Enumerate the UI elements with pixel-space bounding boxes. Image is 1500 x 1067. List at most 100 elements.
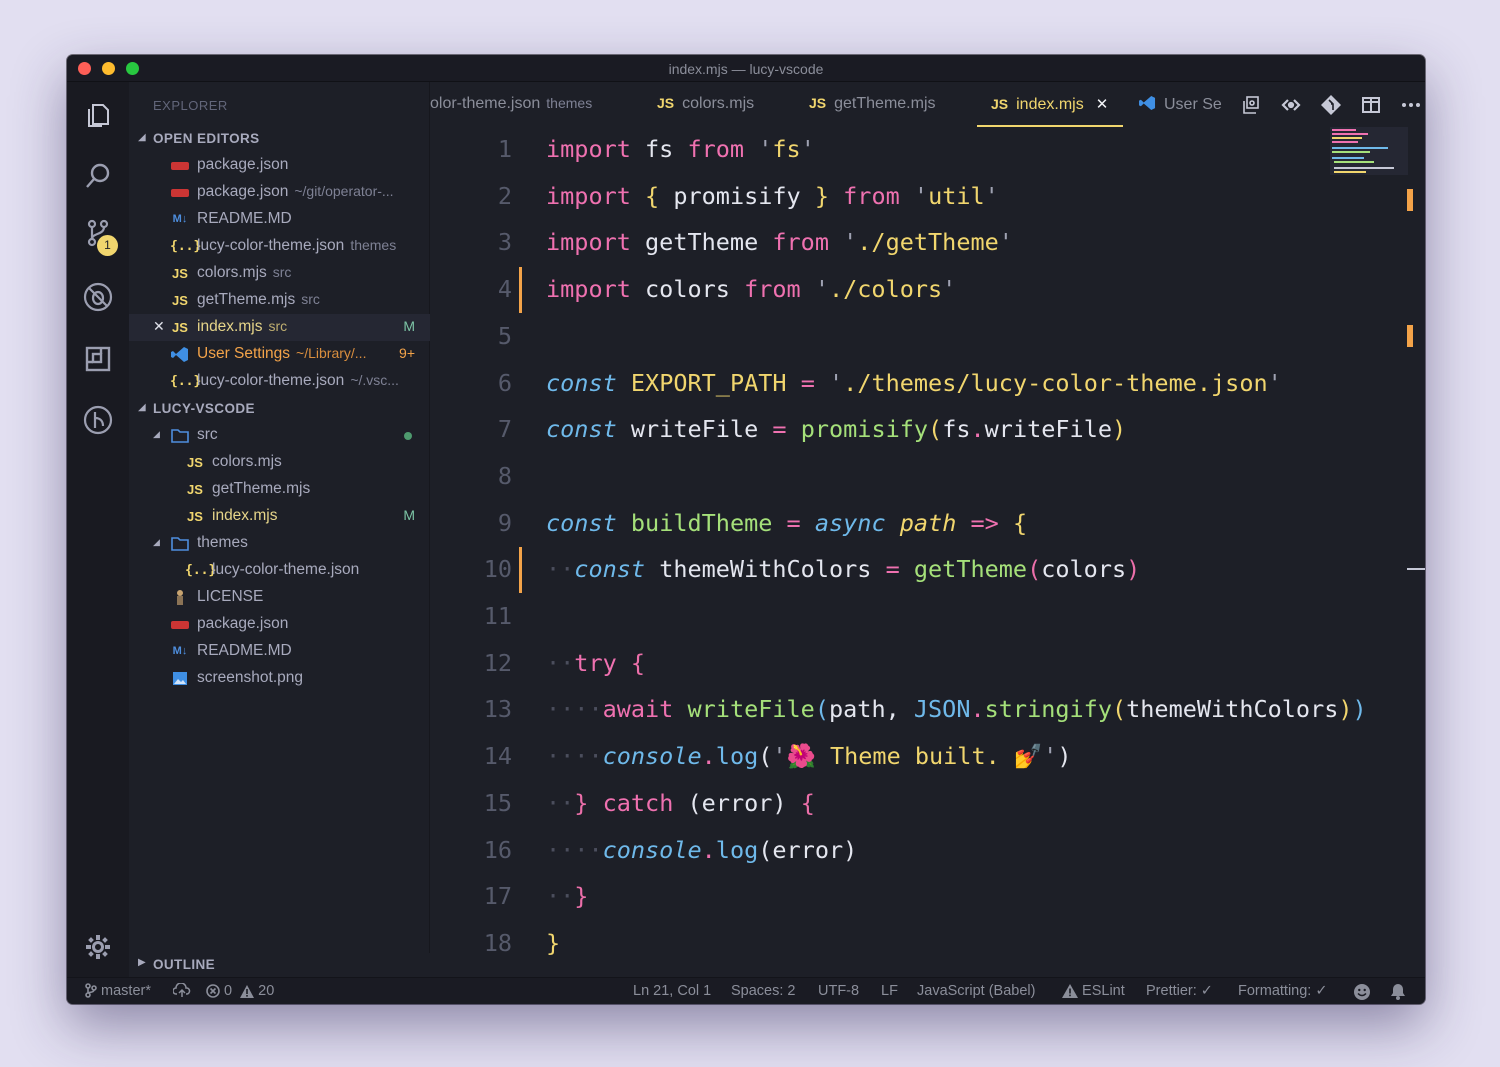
explorer-icon[interactable] [80, 96, 116, 132]
tab-colors[interactable]: JS colors.mjs [657, 82, 797, 127]
tab-gettheme[interactable]: JS getTheme.mjs [809, 82, 969, 127]
window-title: index.mjs — lucy-vscode [668, 61, 824, 77]
markdown-icon: M↓ [172, 645, 188, 657]
code-line: 7 const writeFile = promisify(fs.writeFi… [497, 415, 1127, 444]
folder-icon [171, 535, 189, 552]
minimap[interactable] [1330, 127, 1408, 175]
gitlens-icon[interactable] [80, 402, 116, 438]
scm-badge: 1 [97, 235, 118, 256]
modified-line-marker [519, 267, 522, 314]
sync-icon[interactable] [172, 982, 191, 999]
code-line: 14 ····console.log('🌺 Theme built. 💅') [483, 742, 1072, 771]
file-item[interactable]: JS colors.mjs [129, 449, 430, 476]
code-line: 8 [497, 461, 512, 490]
indentation[interactable]: Spaces: 2 [731, 983, 796, 999]
workspace-section[interactable]: ◢ LUCY-VSCODE [129, 399, 430, 421]
folder-themes[interactable]: ◢ themes [129, 530, 430, 557]
js-file-icon: JS [172, 320, 188, 335]
overview-ruler-marker [1407, 325, 1413, 347]
image-icon [171, 670, 189, 687]
npm-icon [171, 162, 189, 170]
code-line: 2 import { promisify } from 'util' [497, 181, 999, 210]
open-editor-item[interactable]: {..} lucy-color-theme.json ~/.vsc... [129, 368, 430, 395]
explorer-title: EXPLORER [153, 98, 228, 113]
js-file-icon: JS [172, 293, 188, 308]
file-item[interactable]: JS getTheme.mjs [129, 476, 430, 503]
tab-user-settings[interactable]: User Se [1139, 82, 1227, 127]
vscode-window: index.mjs — lucy-vscode 1 EXPLORER ◢ OPE… [67, 55, 1425, 1004]
overview-ruler-cursor [1407, 568, 1425, 570]
file-item[interactable]: JS index.mjs M [129, 503, 430, 530]
collapse-triangle-icon: ◢ [153, 429, 160, 439]
extensions-icon[interactable] [80, 341, 116, 377]
debug-icon[interactable] [80, 279, 116, 315]
editor-tabs: olor-theme.json themes JS colors.mjs JS get… [430, 82, 1425, 127]
open-editor-item[interactable]: {..} lucy-color-theme.json themes [129, 233, 430, 260]
code-editor[interactable]: 1 import fs from 'fs' 2 import { promisi… [430, 127, 1425, 977]
code-line: 6 const EXPORT_PATH = './themes/lucy-col… [497, 368, 1282, 397]
compare-icon[interactable] [1280, 94, 1302, 116]
code-line: 16 ····console.log(error) [483, 835, 858, 864]
prettier-status[interactable]: Prettier: ✓ [1146, 983, 1213, 999]
close-icon[interactable]: ✕ [153, 318, 165, 335]
js-file-icon: JS [657, 95, 675, 111]
js-file-icon: JS [187, 482, 203, 497]
tab-lucy-color-theme[interactable]: olor-theme.json themes [430, 82, 640, 127]
open-changes-icon[interactable] [1240, 94, 1262, 116]
search-icon[interactable] [80, 158, 116, 194]
json-icon: {..} [170, 374, 202, 389]
close-tab-icon[interactable]: ✕ [1096, 96, 1109, 113]
eslint-status[interactable]: ESLint [1062, 983, 1125, 999]
formatting-status[interactable]: Formatting: ✓ [1238, 983, 1328, 999]
activity-bar: 1 [67, 82, 129, 977]
file-item[interactable]: {..} lucy-color-theme.json [129, 557, 430, 584]
vscode-icon [171, 346, 189, 363]
markdown-icon: M↓ [172, 213, 188, 225]
encoding[interactable]: UTF-8 [818, 983, 859, 999]
cursor-position[interactable]: Ln 21, Col 1 [633, 983, 711, 999]
file-item[interactable]: screenshot.png [129, 665, 430, 692]
open-editor-item[interactable]: JS colors.mjs src [129, 260, 430, 287]
open-editor-item-active[interactable]: ✕ JS index.mjs src M [129, 314, 430, 341]
warning-icon [1062, 984, 1078, 998]
js-file-icon: JS [187, 455, 203, 470]
code-line: 13 ····await writeFile(path, JSON.string… [483, 695, 1367, 724]
file-item[interactable]: package.json [129, 611, 430, 638]
gear-icon[interactable] [80, 929, 116, 965]
open-editor-item[interactable]: package.json ~/git/operator-... [129, 179, 430, 206]
language-mode[interactable]: JavaScript (Babel) [917, 983, 1035, 999]
collapse-triangle-icon: ◢ [138, 402, 147, 413]
tab-index-active[interactable]: JS index.mjs ✕ [977, 82, 1123, 127]
split-editor-icon[interactable] [1360, 94, 1382, 116]
code-line: 12 ··try { [483, 648, 646, 677]
vscode-icon [1139, 95, 1156, 111]
expand-triangle-icon: ▶ [138, 957, 146, 968]
more-actions-icon[interactable] [1400, 94, 1422, 116]
open-editor-item[interactable]: User Settings ~/Library/... 9+ [129, 341, 430, 368]
git-icon[interactable] [1320, 94, 1342, 116]
status-bar: master* 0 20 Ln 21, Col 1 Spaces: 2 UTF-… [67, 977, 1425, 1004]
file-item[interactable]: M↓ README.MD [129, 638, 430, 665]
open-editor-item[interactable]: M↓ README.MD [129, 206, 430, 233]
open-editor-item[interactable]: JS getTheme.mjs src [129, 287, 430, 314]
file-item[interactable]: LICENSE [129, 584, 430, 611]
folder-src[interactable]: ◢ src [129, 422, 430, 449]
code-line: 15 ··} catch (error) { [483, 788, 815, 817]
code-line: 5 [497, 321, 512, 350]
problems-badge: 9+ [399, 345, 415, 361]
feedback-smiley-icon[interactable] [1353, 983, 1371, 1002]
modified-badge: M [403, 507, 415, 523]
error-icon [206, 984, 220, 998]
line-ending[interactable]: LF [881, 983, 898, 999]
modified-line-marker [519, 547, 522, 594]
open-editor-item[interactable]: package.json [129, 152, 430, 179]
json-icon: {..} [170, 239, 202, 254]
modified-dot-icon [404, 432, 412, 440]
outline-section[interactable]: ▶ OUTLINE [129, 953, 430, 977]
code-line: 3 import getTheme from './getTheme' [497, 228, 1013, 257]
branch-status[interactable]: master* [85, 983, 151, 999]
notifications-bell-icon[interactable] [1390, 983, 1406, 1001]
problems-status[interactable]: 0 20 [206, 983, 274, 999]
js-file-icon: JS [187, 509, 203, 524]
open-editors-section[interactable]: ◢ OPEN EDITORS [129, 129, 430, 151]
